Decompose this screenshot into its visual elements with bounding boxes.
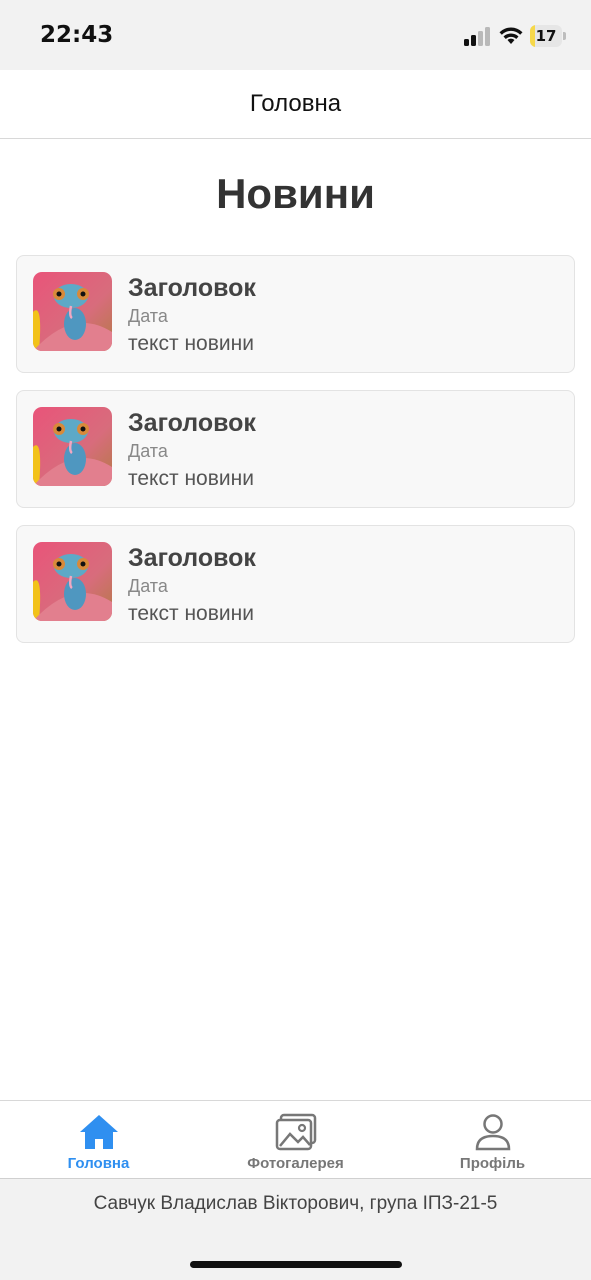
tab-bar: Головна Фотогалерея Профіль (0, 1100, 591, 1178)
gallery-icon (275, 1113, 317, 1151)
news-image (33, 542, 112, 621)
wifi-icon (499, 27, 523, 44)
tab-home[interactable]: Головна (0, 1101, 197, 1179)
news-card[interactable]: Заголовок Дата текст новини (16, 525, 575, 643)
status-bar: 22:43 17 (0, 0, 591, 70)
news-text: текст новини (128, 332, 254, 355)
profile-icon (475, 1114, 511, 1151)
tab-profile-label: Профіль (459, 1155, 526, 1172)
nav-header-title: Головна (0, 70, 591, 139)
news-card[interactable]: Заголовок Дата текст новини (16, 255, 575, 373)
tab-gallery-label: Фотогалерея (247, 1155, 344, 1172)
tab-profile[interactable]: Профіль (394, 1101, 591, 1179)
news-image (33, 407, 112, 486)
news-text: текст новини (128, 467, 254, 490)
news-date: Дата (128, 576, 168, 596)
footer-author: Савчук Владислав Вікторович, група ІПЗ-2… (93, 1193, 498, 1214)
news-title: Заголовок (128, 544, 256, 572)
tab-home-label: Головна (67, 1155, 130, 1172)
page-title: Новини (216, 170, 375, 217)
home-icon (80, 1115, 118, 1149)
footer: Савчук Владислав Вікторович, група ІПЗ-2… (0, 1178, 591, 1280)
news-title: Заголовок (128, 274, 256, 302)
tab-gallery[interactable]: Фотогалерея (197, 1101, 394, 1179)
news-text: текст новини (128, 602, 254, 625)
news-date: Дата (128, 441, 168, 461)
home-indicator[interactable] (190, 1261, 402, 1268)
news-date: Дата (128, 306, 168, 326)
battery-icon: 17 (530, 25, 566, 47)
news-image (33, 272, 112, 351)
signal-icon (464, 27, 490, 46)
battery-level: 17 (535, 27, 557, 45)
status-time: 22:43 (40, 22, 114, 48)
news-title: Заголовок (128, 409, 256, 437)
news-card[interactable]: Заголовок Дата текст новини (16, 390, 575, 508)
